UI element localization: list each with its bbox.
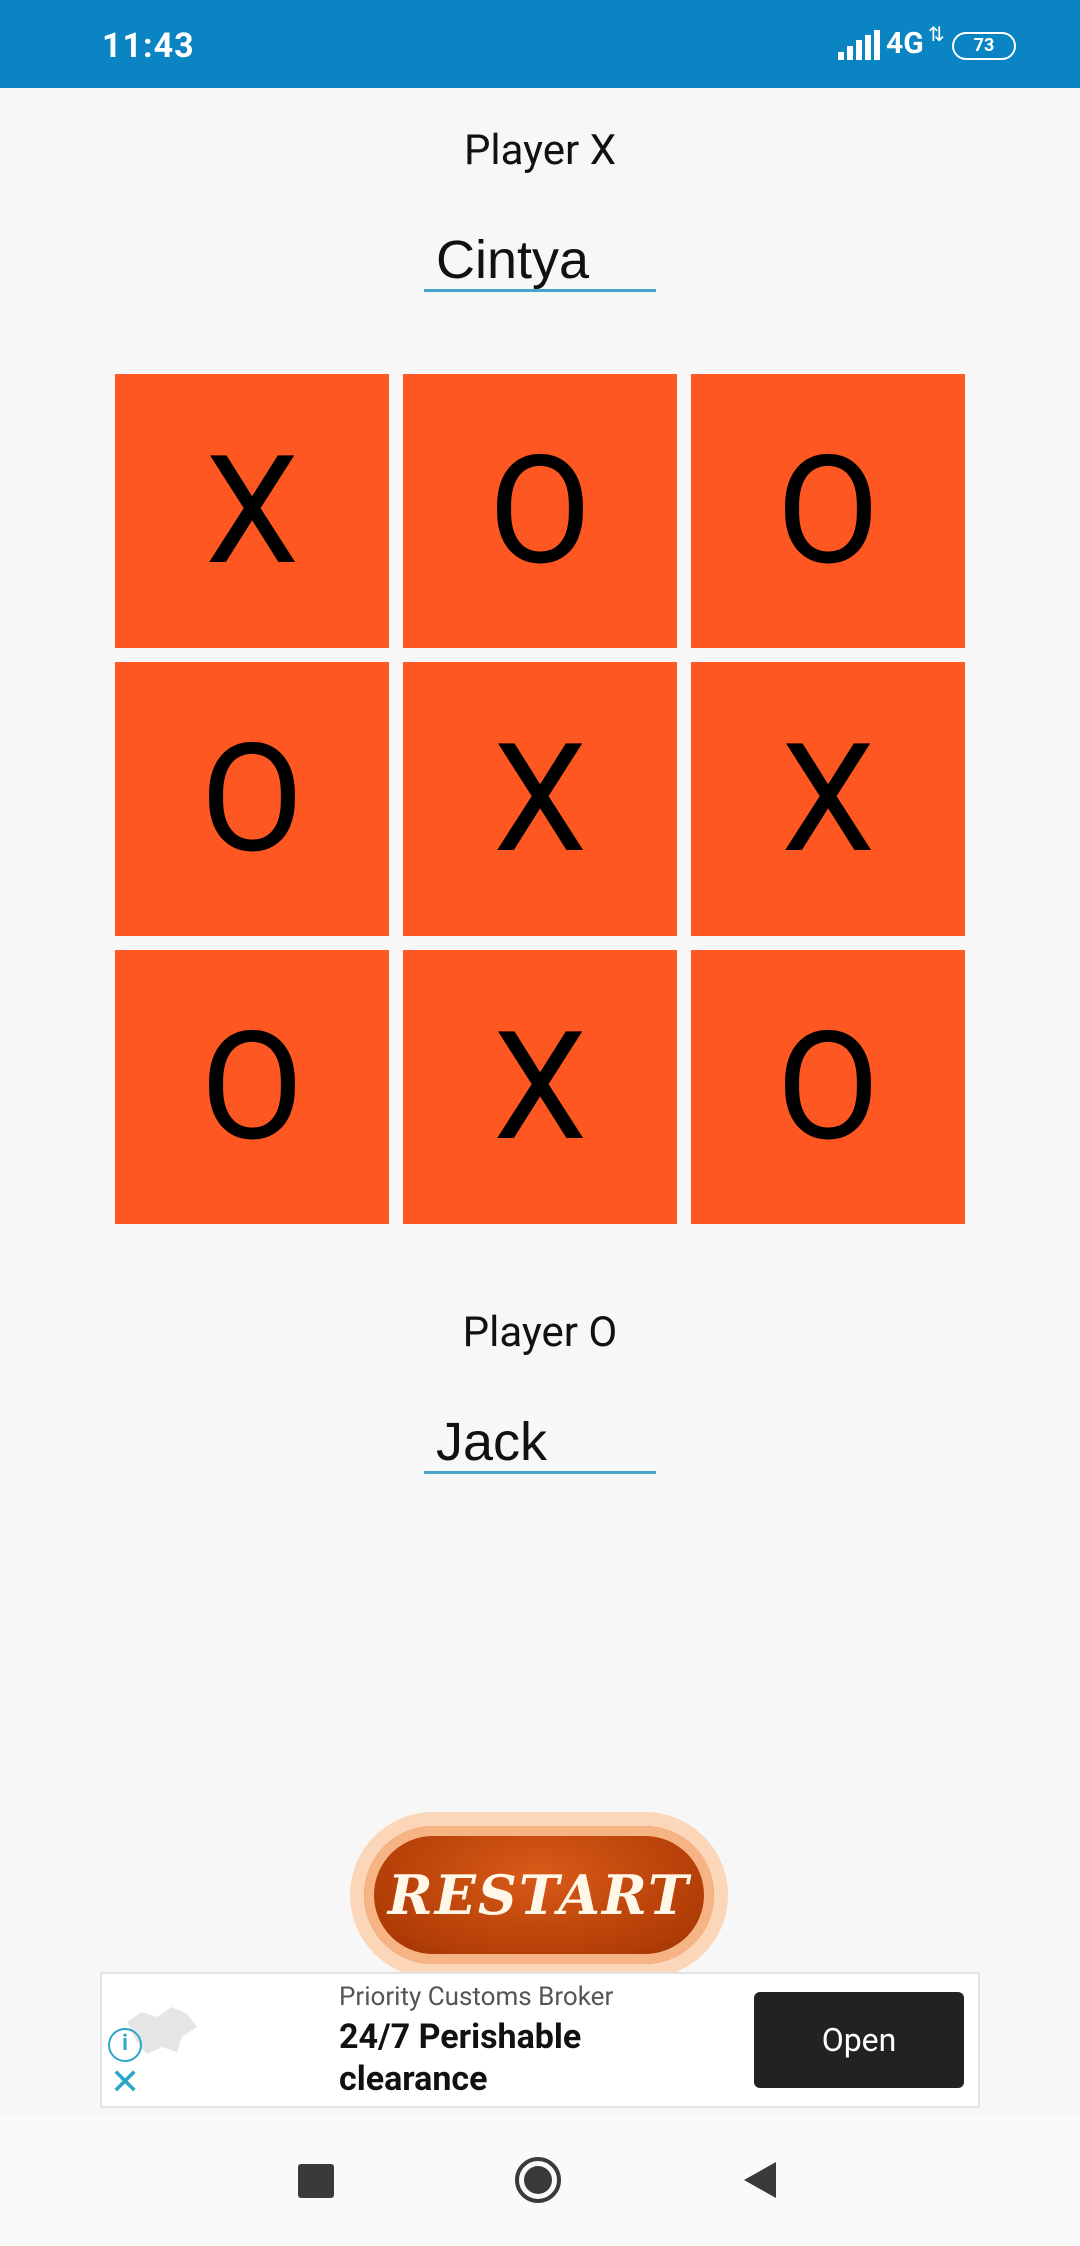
ad-headline: 24/7 Perishable clearance [339,2017,582,2099]
board-cell[interactable]: O [691,950,965,1224]
status-bar: 11:43 4G ⇅ 73 [0,0,1080,88]
board-cell[interactable]: X [403,950,677,1224]
restart-button[interactable]: RESTART [364,1826,714,1964]
board-cell[interactable]: O [115,662,389,936]
data-arrows-icon: ⇅ [928,22,945,46]
battery-icon: 73 [952,32,1016,60]
clock: 11:43 [102,26,195,66]
board-cell[interactable]: X [115,374,389,648]
board-cell[interactable]: X [691,662,965,936]
game-board: X O O O X X O X O [115,374,965,1224]
recents-icon[interactable] [298,2164,334,2198]
player-x-name-input[interactable] [424,230,656,292]
ad-banner[interactable]: i ✕ Priority Customs Broker 24/7 Perisha… [100,1972,980,2108]
back-icon[interactable] [742,2160,778,2200]
navigation-bar [0,2116,1080,2246]
ad-open-button[interactable]: Open [754,1992,964,2088]
board-cell[interactable]: O [115,950,389,1224]
player-o-label: Player O [462,1308,618,1357]
board-cell[interactable]: O [403,374,677,648]
board-cell[interactable]: X [403,662,677,936]
ad-close-icon[interactable]: ✕ [110,2064,140,2100]
player-x-label: Player X [463,126,617,175]
board-cell[interactable]: O [691,374,965,648]
home-icon[interactable] [514,2156,562,2204]
ad-info-icon[interactable]: i [108,2028,142,2062]
ad-sponsor: Priority Customs Broker [339,1982,614,2012]
network-type: 4G [886,26,924,61]
signal-icon [838,30,880,60]
player-o-name-input[interactable] [424,1412,656,1474]
